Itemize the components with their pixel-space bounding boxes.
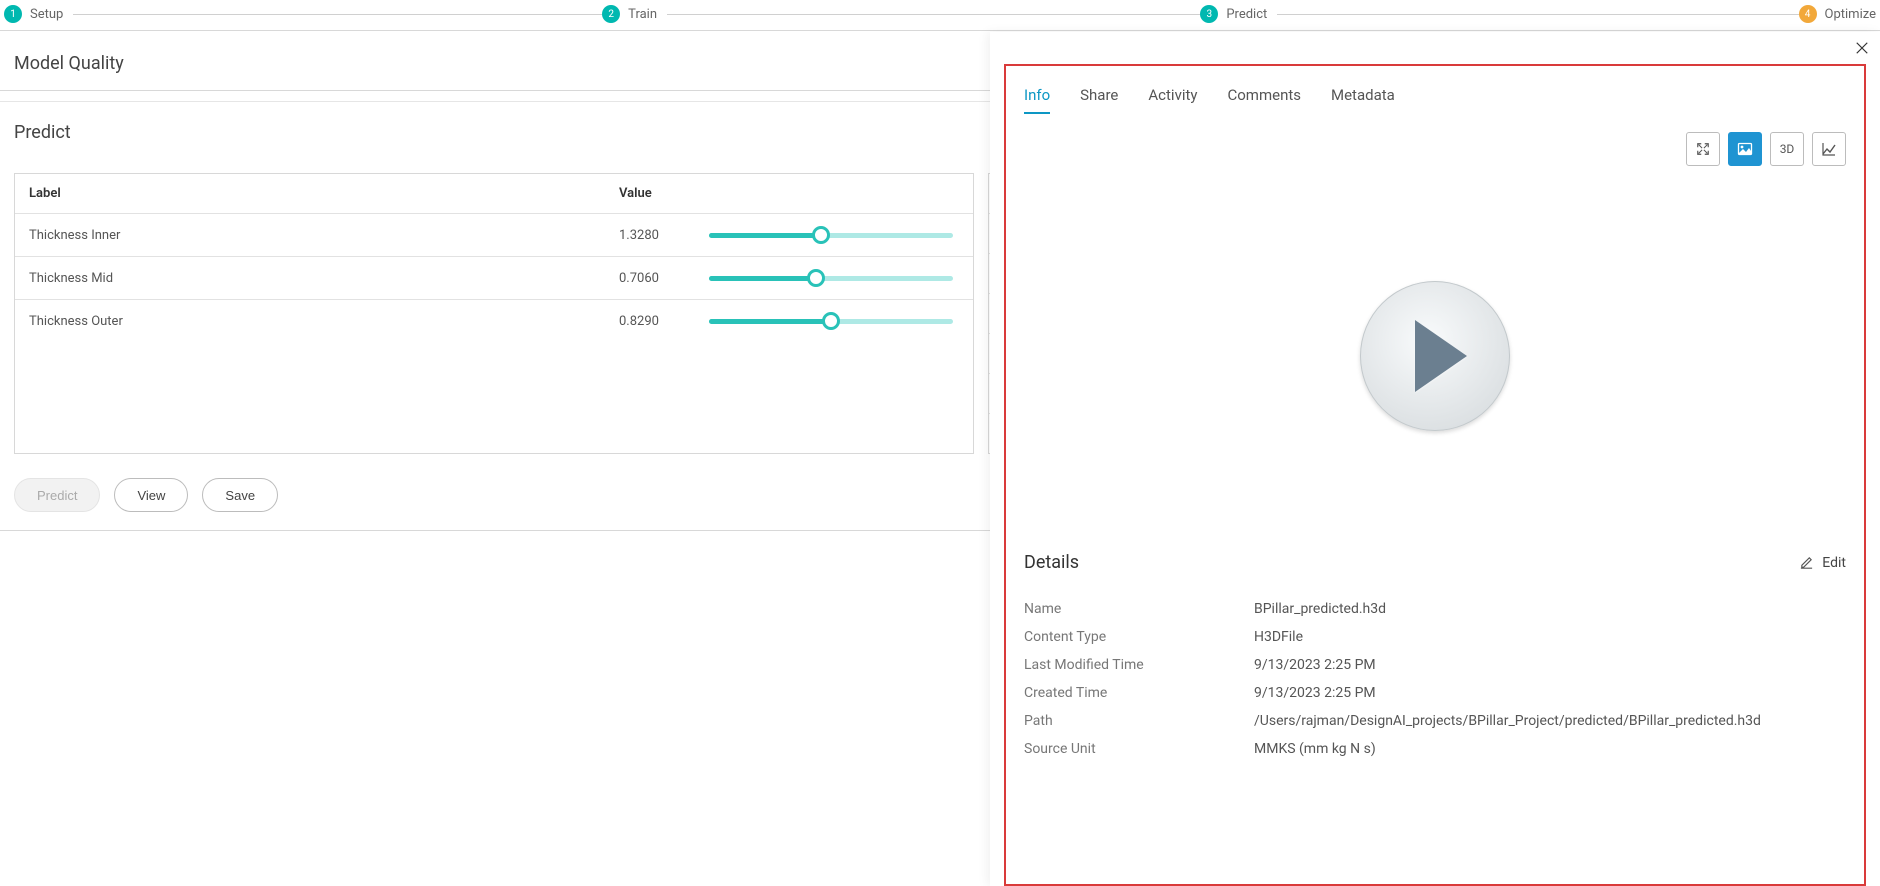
step-predict[interactable]: 3 Predict [1200, 5, 1798, 23]
workflow-stepper: 1 Setup 2 Train 3 Predict 4 Optimize [0, 0, 1880, 28]
input-value: 0.7060 [605, 259, 695, 298]
info-panel: Info Share Activity Comments Metadata 3D [990, 32, 1880, 886]
image-view-icon[interactable] [1728, 132, 1762, 166]
threeD-view-button[interactable]: 3D [1770, 132, 1804, 166]
details-row: Last Modified Time9/13/2023 2:25 PM [1024, 651, 1846, 679]
edit-button[interactable]: Edit [1799, 555, 1846, 571]
details-row: Content TypeH3DFile [1024, 623, 1846, 651]
inputs-header-value: Value [605, 174, 695, 213]
edit-icon [1799, 555, 1814, 570]
details-value: MMKS (mm kg N s) [1254, 741, 1846, 757]
tab-metadata[interactable]: Metadata [1331, 86, 1395, 114]
input-row: Thickness Inner1.3280 [15, 213, 973, 256]
details-value: 9/13/2023 2:25 PM [1254, 685, 1846, 701]
inputs-table: Label Value Thickness Inner1.3280Thickne… [14, 173, 974, 454]
play-button[interactable] [1360, 281, 1510, 431]
step-badge: 1 [4, 5, 22, 23]
input-row: Thickness Outer0.8290 [15, 299, 973, 342]
details-row: Created Time9/13/2023 2:25 PM [1024, 679, 1846, 707]
details-value: /Users/rajman/DesignAI_projects/BPillar_… [1254, 713, 1846, 729]
step-label: Setup [30, 7, 63, 22]
tab-comments[interactable]: Comments [1227, 86, 1301, 114]
tab-activity[interactable]: Activity [1148, 86, 1197, 114]
step-label: Predict [1226, 7, 1267, 22]
details-key: Last Modified Time [1024, 657, 1254, 673]
expand-icon[interactable] [1686, 132, 1720, 166]
preview-viewer [1024, 166, 1846, 546]
details-key: Source Unit [1024, 741, 1254, 757]
input-value: 0.8290 [605, 302, 695, 341]
input-row: Thickness Mid0.7060 [15, 256, 973, 299]
step-label: Optimize [1825, 7, 1876, 22]
details-key: Name [1024, 601, 1254, 617]
details-row: NameBPillar_predicted.h3d [1024, 595, 1846, 623]
step-train[interactable]: 2 Train [602, 5, 1200, 23]
details-value: 9/13/2023 2:25 PM [1254, 657, 1846, 673]
step-optimize[interactable]: 4 Optimize [1799, 5, 1876, 23]
details-key: Content Type [1024, 629, 1254, 645]
input-label: Thickness Mid [15, 259, 605, 298]
details-row: Path/Users/rajman/DesignAI_projects/BPil… [1024, 707, 1846, 735]
details-value: H3DFile [1254, 629, 1846, 645]
inputs-header: Label Value [15, 174, 973, 213]
inputs-header-label: Label [15, 174, 605, 213]
panel-tabs: Info Share Activity Comments Metadata [1024, 86, 1846, 114]
tab-info[interactable]: Info [1024, 86, 1050, 114]
input-label: Thickness Inner [15, 216, 605, 255]
step-label: Train [628, 7, 657, 22]
step-badge: 4 [1799, 5, 1817, 23]
step-badge: 2 [602, 5, 620, 23]
input-label: Thickness Outer [15, 302, 605, 341]
details-key: Created Time [1024, 685, 1254, 701]
predict-button: Predict [14, 478, 100, 512]
input-slider[interactable] [709, 269, 953, 287]
panel-highlight: Info Share Activity Comments Metadata 3D [1004, 64, 1866, 886]
details-title: Details [1024, 552, 1079, 573]
close-icon[interactable] [1852, 38, 1872, 58]
play-icon [1415, 320, 1467, 392]
input-slider[interactable] [709, 312, 953, 330]
chart-view-icon[interactable] [1812, 132, 1846, 166]
input-value: 1.3280 [605, 216, 695, 255]
edit-label: Edit [1822, 555, 1846, 571]
details-value: BPillar_predicted.h3d [1254, 601, 1846, 617]
details-grid: NameBPillar_predicted.h3dContent TypeH3D… [1024, 595, 1846, 763]
step-setup[interactable]: 1 Setup [4, 5, 602, 23]
step-badge: 3 [1200, 5, 1218, 23]
tab-share[interactable]: Share [1080, 86, 1118, 114]
details-row: Source UnitMMKS (mm kg N s) [1024, 735, 1846, 763]
save-button[interactable]: Save [202, 478, 278, 512]
input-slider[interactable] [709, 226, 953, 244]
panel-toolbar: 3D [1024, 132, 1846, 166]
view-button[interactable]: View [114, 478, 188, 512]
details-key: Path [1024, 713, 1254, 729]
